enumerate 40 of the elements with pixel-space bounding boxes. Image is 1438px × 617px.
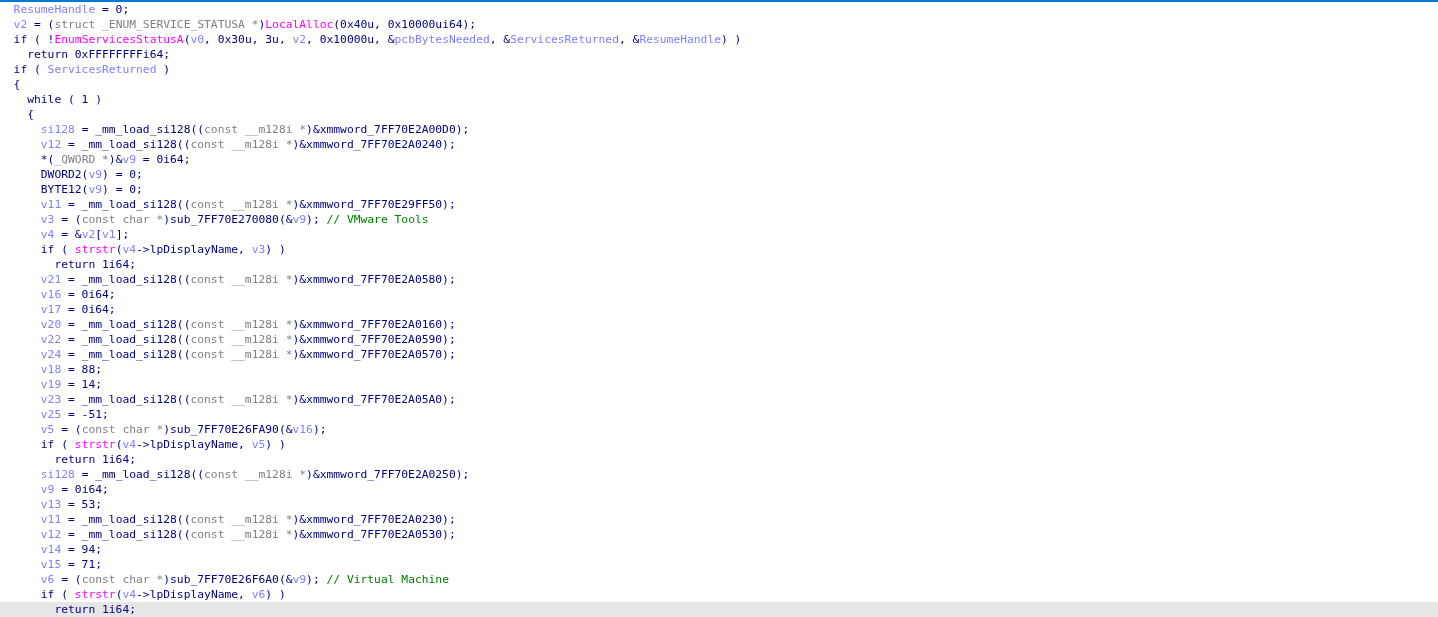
code-line: if ( !EnumServicesStatusA(v0, 0x30u, 3u, v2, 0x10000u, &pcbBytesNeeded, &ServicesReturned, &ResumeHandle) ) [12,32,742,47]
code-line: v9 = 0i64; [39,482,109,497]
code-line: v21 = _mm_load_si128((const __m128i *)&xmmword_7FF70E2A0580); [39,272,456,287]
code-line: v19 = 14; [39,377,103,392]
code-line: *(_QWORD *)&v9 = 0i64; [39,152,191,167]
code-line: v14 = 94; [39,542,103,557]
code-line: v25 = -51; [39,407,109,422]
code-line: v16 = 0i64; [39,287,116,302]
code-line: return 1i64; [53,452,137,467]
code-line: v3 = (const char *)sub_7FF70E270080(&v9); // VMware Tools [39,212,429,227]
code-line: v11 = _mm_load_si128((const __m128i *)&xmmword_7FF70E2A0230); [39,512,456,527]
code-line: return 0xFFFFFFFFi64; [26,47,171,62]
code-line: v17 = 0i64; [39,302,116,317]
code-line: v12 = _mm_load_si128((const __m128i *)&xmmword_7FF70E2A0240); [39,137,456,152]
code-line: if ( strstr(v4->lpDisplayName, v6) ) [39,587,286,602]
code-line: v5 = (const char *)sub_7FF70E26FA90(&v16); [39,422,327,437]
code-line: v23 = _mm_load_si128((const __m128i *)&xmmword_7FF70E2A05A0); [39,392,456,407]
code-line: si128 = _mm_load_si128((const __m128i *)&xmmword_7FF70E2A00D0); [39,122,470,137]
code-line: v22 = _mm_load_si128((const __m128i *)&xmmword_7FF70E2A0590); [39,332,456,347]
code-line: v13 = 53; [39,497,103,512]
code-line: v6 = (const char *)sub_7FF70E26F6A0(&v9); // Virtual Machine [39,572,449,587]
code-line: ResumeHandle = 0; [12,2,130,17]
code-line: BYTE12(v9) = 0; [39,182,143,197]
code-line: v4 = &v2[v1]; [39,227,130,242]
code-line: v15 = 71; [39,557,103,572]
code-line: v18 = 88; [39,362,103,377]
code-line: if ( strstr(v4->lpDisplayName, v3) ) [39,242,286,257]
code-line: v11 = _mm_load_si128((const __m128i *)&xmmword_7FF70E29FF50); [39,197,456,212]
code-line: v12 = _mm_load_si128((const __m128i *)&xmmword_7FF70E2A0530); [39,527,456,542]
code-line: if ( strstr(v4->lpDisplayName, v5) ) [39,437,286,452]
code-line: DWORD2(v9) = 0; [39,167,143,182]
code-line: si128 = _mm_load_si128((const __m128i *)&xmmword_7FF70E2A0250); [39,467,470,482]
code-line: { [26,107,34,122]
code-line: return 1i64; [53,257,137,272]
code-line: if ( ServicesReturned ) [12,62,171,77]
code-line: while ( 1 ) [26,92,103,107]
code-line: { [12,77,21,92]
code-line: v24 = _mm_load_si128((const __m128i *)&xmmword_7FF70E2A0570); [39,347,456,362]
code-line: v2 = (struct _ENUM_SERVICE_STATUSA *)LocalAlloc(0x40u, 0x10000ui64); [12,17,477,32]
code-line: v20 = _mm_load_si128((const __m128i *)&xmmword_7FF70E2A0160); [39,317,456,332]
